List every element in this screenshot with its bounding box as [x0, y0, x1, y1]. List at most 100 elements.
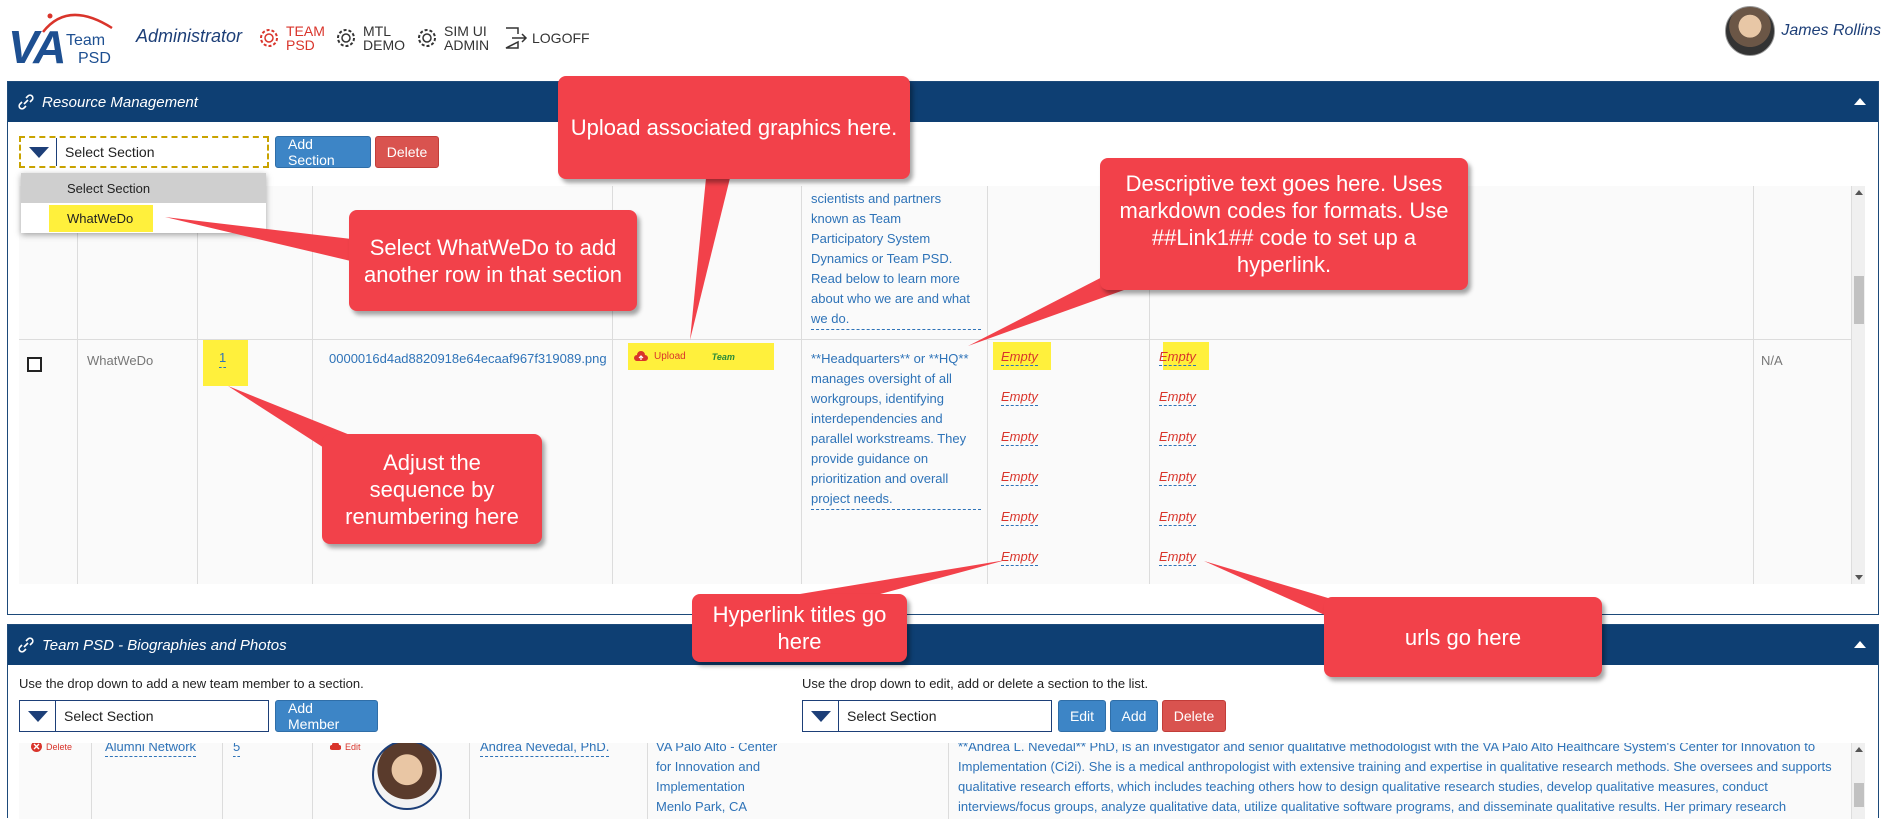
bio-panel-title: Team PSD - Biographies and Photos — [42, 636, 287, 654]
sequence-field[interactable]: 1 — [219, 349, 227, 368]
desc-line: parallel workstreams. They — [811, 431, 967, 446]
link-icon — [18, 637, 34, 653]
top-row-description[interactable]: scientists and partners known as Team Pa… — [811, 189, 981, 330]
edit-section-button[interactable]: Edit — [1058, 700, 1106, 732]
section-select[interactable]: Select Section — [19, 136, 269, 168]
link-icon — [18, 94, 34, 110]
desc-line: provide guidance on — [811, 451, 929, 466]
desc-line: about who we are and what — [811, 291, 970, 306]
link-url-field[interactable]: Empty — [1159, 469, 1196, 486]
callout-upload: Upload associated graphics here. — [558, 76, 910, 179]
nav-mtl-demo-line2: DEMO — [363, 37, 405, 53]
member-affiliation[interactable]: VA Palo Alto - Center for Innovation and… — [656, 743, 777, 817]
add-section-button[interactable]: Add Section — [275, 136, 371, 168]
scroll-up-icon[interactable] — [1855, 190, 1863, 195]
desc-line: interdependencies and — [811, 411, 943, 426]
link-title-field[interactable]: Empty — [1001, 429, 1038, 446]
scroll-thumb[interactable] — [1854, 276, 1864, 324]
member-bio[interactable]: **Andrea L. Nevedal** PhD, is an investi… — [958, 743, 1848, 817]
bio-line: **Andrea L. Nevedal** PhD, is an investi… — [958, 743, 1816, 754]
desc-line: workgroups, identifying — [811, 391, 944, 406]
upload-label: Upload — [654, 351, 686, 362]
callout-adjust-sequence: Adjust the sequence by renumbering here — [322, 434, 542, 544]
section-dropdown-list: Select Section WhatWeDo — [21, 173, 266, 233]
nav-mtl-demo-line1: MTL — [363, 23, 391, 39]
edit-section-select-value: Select Section — [847, 708, 937, 724]
add-member-help: Use the drop down to add a new team memb… — [19, 676, 364, 691]
bio-delete-button[interactable]: Delete — [31, 743, 72, 752]
desc-line: we do. — [811, 311, 850, 326]
scroll-thumb[interactable] — [1854, 783, 1864, 807]
link-url-field[interactable]: Empty — [1159, 349, 1196, 366]
bio-sequence-field[interactable]: 5 — [233, 743, 241, 757]
nav-team-psd-line1: TEAM — [286, 23, 325, 39]
desc-line: **Headquarters** or **HQ** — [811, 351, 969, 366]
callout-hyperlink-titles: Hyperlink titles go here — [692, 594, 907, 662]
bio-edit-button[interactable]: Edit — [330, 743, 361, 752]
collapse-caret-icon[interactable] — [1854, 641, 1866, 648]
resource-panel-title: Resource Management — [42, 93, 198, 111]
link-url-field[interactable]: Empty — [1159, 549, 1196, 566]
add-member-button[interactable]: Add Member — [275, 700, 378, 732]
callout-select-whatwedo: Select WhatWeDo to add another row in th… — [349, 210, 637, 311]
link-title-field[interactable]: Empty — [1001, 509, 1038, 526]
affiliation-line: Implementation — [656, 779, 745, 794]
resource-grid-scrollbar[interactable] — [1851, 186, 1865, 584]
bio-line: interviews/focus groups, analyze qualita… — [958, 799, 1787, 814]
link-title-field[interactable]: Empty — [1001, 349, 1038, 366]
dropdown-option-whatwedo-label: WhatWeDo — [49, 204, 154, 232]
delete-section-list-button[interactable]: Delete — [1162, 700, 1226, 732]
member-name-field[interactable]: Andrea Nevedal, PhD. — [480, 743, 610, 757]
link-url-field[interactable]: Empty — [1159, 389, 1196, 406]
callout-urls: urls go here — [1324, 597, 1602, 677]
nav-team-psd-line2: PSD — [286, 37, 315, 53]
row-select-checkbox[interactable] — [27, 357, 42, 372]
resource-panel-header[interactable]: Resource Management — [8, 82, 1878, 122]
bio-edit-label: Edit — [345, 743, 361, 752]
delete-section-button[interactable]: Delete — [375, 136, 439, 168]
link-title-field[interactable]: Empty — [1001, 469, 1038, 486]
link-url-field[interactable]: Empty — [1159, 509, 1196, 526]
logo-va-text: VA — [8, 21, 66, 73]
upload-area[interactable]: Upload Team — [628, 343, 774, 370]
add-section-list-button[interactable]: Add — [1110, 700, 1158, 732]
link-url-field[interactable]: Empty — [1159, 429, 1196, 446]
link-title-field[interactable]: Empty — [1001, 549, 1038, 566]
na-value: N/A — [1761, 353, 1783, 368]
scroll-up-icon[interactable] — [1855, 747, 1863, 752]
role-label: Administrator — [136, 26, 243, 46]
dropdown-arrow-icon[interactable] — [803, 701, 839, 731]
edit-section-select[interactable]: Select Section — [802, 700, 1052, 732]
user-profile[interactable]: James Rollins — [1725, 6, 1881, 56]
nav-team-psd[interactable]: TEAM PSD — [256, 22, 325, 54]
user-avatar — [1725, 6, 1776, 56]
edit-section-help: Use the drop down to edit, add or delete… — [802, 676, 1149, 691]
callout-descriptive-text: Descriptive text goes here. Uses markdow… — [1100, 158, 1468, 290]
dropdown-option-select-section[interactable]: Select Section — [21, 173, 266, 203]
nav-logoff-label: LOGOFF — [532, 30, 590, 46]
desc-line: known as Team — [811, 211, 902, 226]
dropdown-option-whatwedo[interactable]: WhatWeDo — [21, 203, 266, 233]
logo-team-text: Team — [66, 32, 106, 49]
dropdown-arrow-icon[interactable] — [20, 701, 56, 731]
bio-section-field[interactable]: Alumni Network — [105, 743, 197, 757]
gear-icon — [418, 29, 436, 47]
logout-icon — [505, 27, 528, 49]
member-section-select[interactable]: Select Section — [19, 700, 269, 732]
resource-management-panel: Resource Management Select Section Add S… — [7, 81, 1879, 615]
bio-delete-label: Delete — [46, 743, 73, 752]
bio-grid: Delete Alumni Network 5 Edit Andrea Neve… — [19, 743, 1865, 819]
link-title-field[interactable]: Empty — [1001, 389, 1038, 406]
nav-logoff[interactable]: LOGOFF — [502, 22, 590, 54]
collapse-caret-icon[interactable] — [1854, 98, 1866, 105]
scroll-down-icon[interactable] — [1855, 575, 1863, 580]
gear-icon — [337, 29, 355, 47]
graphic-filename: 0000016d4ad8820918e64ecaaf967f319089.png — [329, 351, 607, 366]
nav-mtl-demo[interactable]: MTL DEMO — [333, 22, 405, 54]
nav-sim-ui-admin[interactable]: SIM UI ADMIN — [414, 22, 489, 54]
bio-grid-scrollbar[interactable] — [1851, 743, 1865, 819]
row-section-name: WhatWeDo — [87, 353, 154, 368]
nav-sim-ui-admin-line1: SIM UI — [444, 23, 487, 39]
row-description[interactable]: **Headquarters** or **HQ** manages overs… — [811, 349, 981, 510]
dropdown-arrow-icon[interactable] — [21, 138, 57, 166]
